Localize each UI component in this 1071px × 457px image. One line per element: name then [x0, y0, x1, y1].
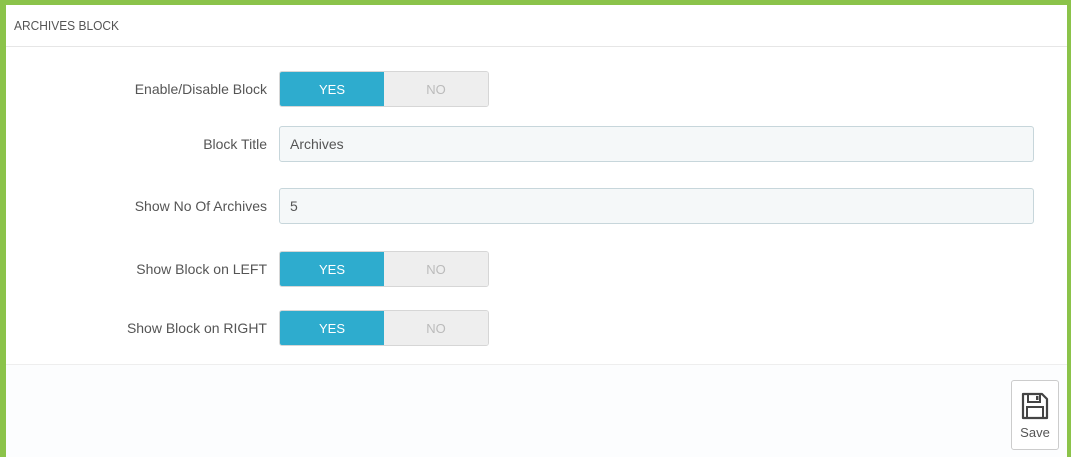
show-left-label: Show Block on LEFT: [136, 261, 267, 277]
block-title-label: Block Title: [203, 136, 267, 152]
form-row-block-title: Block Title: [6, 126, 1067, 162]
enable-block-switch[interactable]: YES NO: [279, 71, 489, 107]
save-button-label: Save: [1020, 425, 1050, 440]
show-right-label: Show Block on RIGHT: [126, 320, 267, 336]
save-button[interactable]: Save: [1011, 380, 1059, 450]
enable-block-yes-option[interactable]: YES: [280, 72, 384, 106]
panel-title: ARCHIVES BLOCK: [14, 18, 120, 33]
panel-footer: Save: [6, 364, 1067, 457]
floppy-disk-icon: [1021, 392, 1049, 420]
form-row-show-no-archives: Show No Of Archives: [6, 188, 1067, 224]
form-row-show-right: Show Block on RIGHT YES NO: [6, 310, 1067, 346]
panel-heading: ARCHIVES BLOCK: [6, 5, 1067, 47]
module-config-frame: ARCHIVES BLOCK Enable/Disable Block YES …: [0, 0, 1071, 457]
enable-block-label: Enable/Disable Block: [134, 81, 267, 97]
show-right-switch[interactable]: YES NO: [279, 310, 489, 346]
block-title-input[interactable]: [279, 126, 1034, 162]
show-right-no-option[interactable]: NO: [384, 311, 488, 345]
form-row-enable-block: Enable/Disable Block YES NO: [6, 71, 1067, 107]
show-right-yes-option[interactable]: YES: [280, 311, 384, 345]
show-no-archives-label: Show No Of Archives: [134, 198, 267, 214]
form-row-show-left: Show Block on LEFT YES NO: [6, 251, 1067, 287]
show-left-switch[interactable]: YES NO: [279, 251, 489, 287]
show-left-no-option[interactable]: NO: [384, 252, 488, 286]
show-left-yes-option[interactable]: YES: [280, 252, 384, 286]
show-no-archives-input[interactable]: [279, 188, 1034, 224]
enable-block-no-option[interactable]: NO: [384, 72, 488, 106]
